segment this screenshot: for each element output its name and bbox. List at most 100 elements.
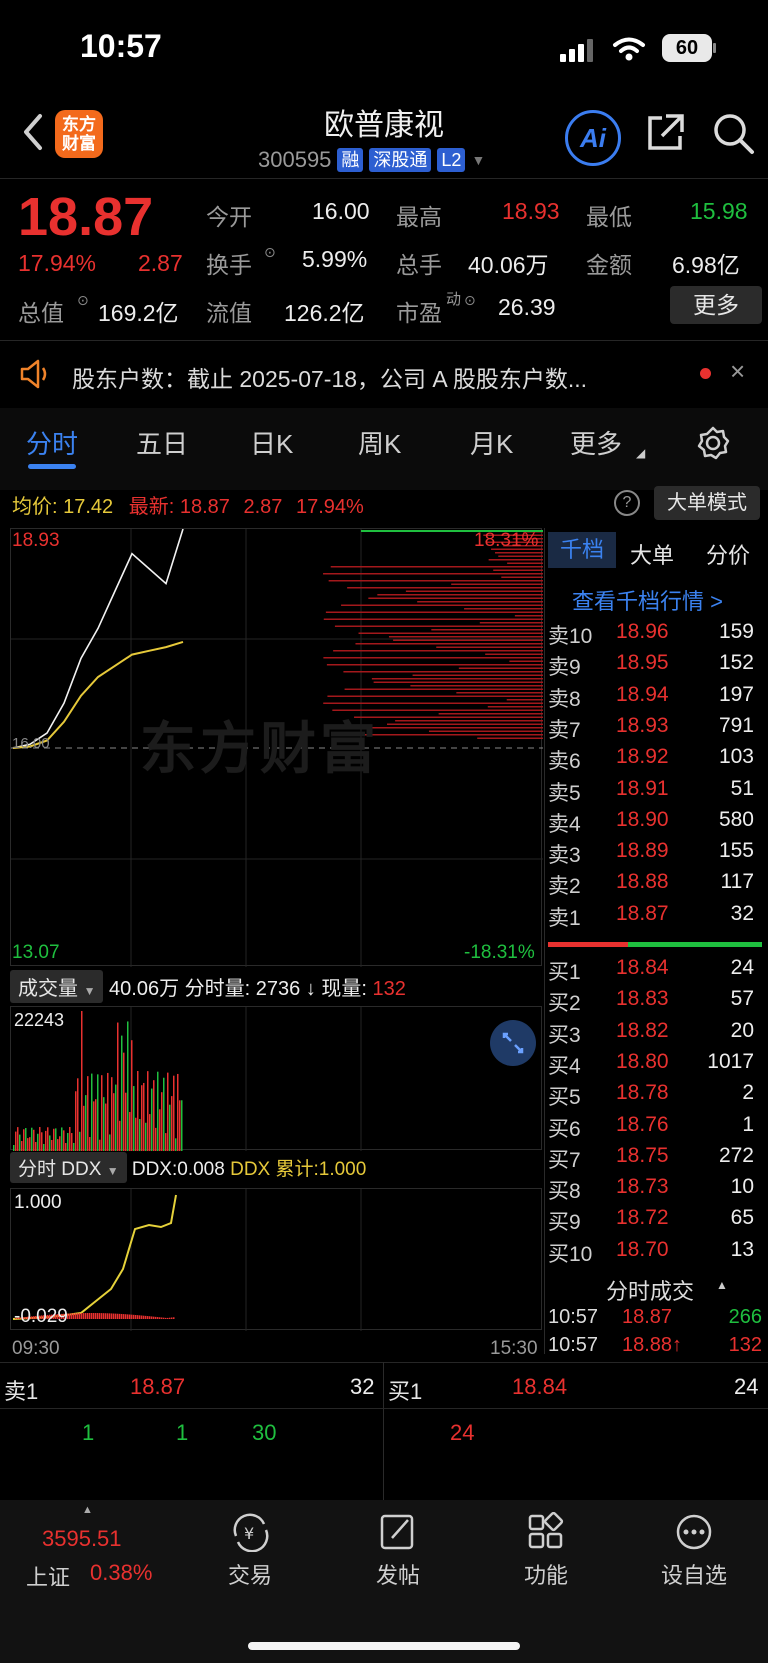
volume-bar [85, 1095, 87, 1151]
volume-bar [133, 1086, 135, 1151]
bid-row[interactable]: 买6 18.76 1 [544, 1113, 762, 1144]
info-icon[interactable]: ⊙ [464, 292, 476, 309]
depth-bar [333, 650, 543, 652]
ask-price: 18.90 [616, 807, 669, 831]
volume-bar [19, 1134, 21, 1151]
tab-intraday[interactable]: 分时 [26, 424, 78, 461]
ask-row[interactable]: 卖1 18.87 32 [544, 902, 762, 933]
bid-label: 买5 [548, 1086, 581, 1110]
ask-label: 卖5 [548, 781, 581, 805]
view-depth-link[interactable]: 查看千档行情 > [572, 584, 723, 616]
depth-bar [386, 723, 543, 725]
bid-row[interactable]: 买8 18.73 10 [544, 1175, 762, 1206]
bid-row[interactable]: 买3 18.82 20 [544, 1019, 762, 1050]
depth-bar [488, 559, 543, 561]
tab-price-dist[interactable]: 分价 [706, 538, 750, 570]
depth-bar [395, 720, 543, 722]
search-icon[interactable] [712, 112, 756, 156]
queue-sell-price: 18.87 [130, 1374, 186, 1399]
buy-order-1: 24 [450, 1420, 475, 1445]
bid-row[interactable]: 买5 18.78 2 [544, 1081, 762, 1112]
bid-row[interactable]: 买7 18.75 272 [544, 1144, 762, 1175]
bid-label: 买10 [548, 1242, 593, 1266]
depth-bar [358, 632, 543, 634]
more-button[interactable]: 更多 [670, 286, 762, 324]
bid-row[interactable]: 买10 18.70 13 [544, 1238, 762, 1269]
index-pct[interactable]: 0.38% [90, 1560, 152, 1586]
close-icon[interactable]: × [730, 356, 745, 387]
tab-big-order[interactable]: 大单 [630, 538, 674, 570]
volume-indicator-select[interactable]: 成交量 ▼ [10, 970, 104, 1003]
notice-text[interactable]: 股东户数：截止 2025-07-18，公司 A 股股东户数... [72, 360, 672, 394]
ddx-bar [161, 1317, 163, 1319]
ask-row[interactable]: 卖2 18.88 117 [544, 870, 762, 901]
volume-bar [75, 1091, 77, 1151]
bid-row[interactable]: 买1 18.84 24 [544, 956, 762, 987]
ask-row[interactable]: 卖7 18.93 791 [544, 714, 762, 745]
depth-bar [428, 730, 543, 732]
info-icon[interactable]: ⊙ [264, 244, 276, 261]
volume-bar [157, 1071, 159, 1151]
ask-label: 卖9 [548, 656, 581, 680]
ddx-bar [93, 1313, 95, 1319]
help-icon[interactable]: ? [614, 490, 640, 516]
ddx-bar [107, 1313, 109, 1319]
now-vol-label: 现量: [321, 978, 367, 1000]
nav-watchlist[interactable]: 设自选 [634, 1558, 754, 1590]
volume-bar [35, 1142, 37, 1151]
depth-bar [405, 590, 543, 592]
ddx-bar [77, 1313, 79, 1319]
ask-row[interactable]: 卖6 18.92 103 [544, 745, 762, 776]
sell-order-1: 1 [82, 1420, 95, 1445]
bid-row[interactable]: 买2 18.83 57 [544, 987, 762, 1018]
nav-trade[interactable]: 交易 [190, 1558, 310, 1590]
ask-row[interactable]: 卖5 18.91 51 [544, 777, 762, 808]
nav-function[interactable]: 功能 [486, 1558, 606, 1590]
nav-post[interactable]: 发帖 [338, 1558, 458, 1590]
tab-5day[interactable]: 五日 [136, 424, 188, 461]
share-icon[interactable] [644, 112, 686, 154]
index-value[interactable]: 3595.51 [42, 1526, 122, 1552]
ask-row[interactable]: 卖10 18.96 159 [544, 620, 762, 651]
volume-bar [61, 1127, 63, 1151]
ask-volume: 580 [718, 807, 754, 831]
volume-bar [161, 1092, 163, 1151]
stock-code-row[interactable]: 300595 融 深股通 L2 ▼ [258, 146, 485, 174]
volume-bar [107, 1072, 109, 1151]
big-order-mode-button[interactable]: 大单模式 [654, 486, 760, 520]
ai-button[interactable]: Ai [565, 110, 621, 166]
tab-more[interactable]: 更多 [570, 424, 622, 461]
watchlist-icon[interactable] [674, 1512, 714, 1552]
bid-price: 18.80 [616, 1049, 669, 1073]
ddx-bar [151, 1316, 153, 1319]
tab-depth[interactable]: 千档 [548, 532, 616, 568]
ask-row[interactable]: 卖3 18.89 155 [544, 839, 762, 870]
down-arrow: ↓ [305, 978, 316, 1000]
ask-row[interactable]: 卖4 18.90 580 [544, 808, 762, 839]
ddx-bar [167, 1317, 169, 1319]
tab-daily-k[interactable]: 日K [250, 424, 293, 461]
bid-row[interactable]: 买9 18.72 65 [544, 1206, 762, 1237]
expand-button[interactable] [490, 1020, 536, 1066]
trades-title[interactable]: 分时成交 [606, 1274, 694, 1306]
ddx-bar [121, 1313, 123, 1319]
post-icon[interactable] [378, 1512, 418, 1552]
tab-monthly-k[interactable]: 月K [470, 424, 513, 461]
trade-volume: 132 [728, 1334, 762, 1356]
volume-bar [139, 1119, 141, 1151]
ddx-bar [99, 1313, 101, 1319]
ask-row[interactable]: 卖9 18.95 152 [544, 651, 762, 682]
tab-weekly-k[interactable]: 周K [358, 424, 401, 461]
bid-row[interactable]: 买4 18.80 1017 [544, 1050, 762, 1081]
trade-price: 18.87 [622, 1306, 673, 1328]
ask-volume: 159 [718, 620, 754, 643]
index-name[interactable]: 上证 [26, 1560, 70, 1592]
ask-row[interactable]: 卖8 18.94 197 [544, 683, 762, 714]
info-icon[interactable]: ⊙ [77, 292, 89, 309]
trade-icon[interactable]: ¥ [230, 1512, 272, 1552]
ddx-cum: DDX 累计:1.000 [230, 1159, 367, 1180]
ddx-indicator-select[interactable]: 分时 DDX ▼ [10, 1152, 127, 1183]
gear-icon[interactable] [696, 426, 730, 460]
function-icon[interactable] [526, 1512, 566, 1552]
depth-bar [410, 685, 543, 687]
